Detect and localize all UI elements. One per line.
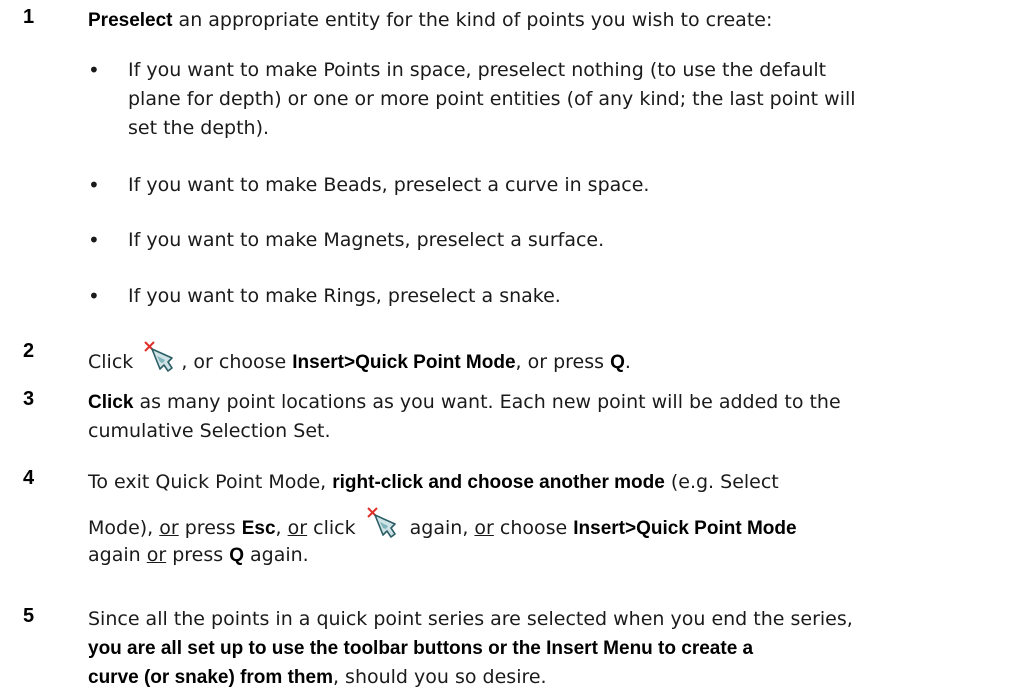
step-text: Click as many point locations as you wan… — [88, 391, 841, 442]
step-5: 5 Since all the points in a quick point … — [0, 605, 1018, 693]
step-3: 3 Click as many point locations as you w… — [0, 388, 1018, 448]
step-number: 4 — [23, 467, 35, 489]
quick-point-mode-icon[interactable] — [143, 340, 177, 374]
bullet-item: • If you want to make Beads, preselect a… — [88, 173, 650, 197]
bullet-item: • If you want to make Rings, preselect a… — [88, 284, 561, 308]
quick-point-mode-icon[interactable] — [366, 506, 400, 540]
step-number: 5 — [23, 605, 35, 627]
step-2: 2 Click , or choose Insert>Quick Point M… — [0, 336, 1018, 373]
bullet-item: • If you want to make Magnets, preselect… — [88, 228, 605, 252]
step-number: 1 — [23, 6, 35, 28]
bullet-item: • If you want to make Points in space, p… — [88, 58, 856, 139]
step-number: 3 — [23, 388, 35, 410]
step-text: Since all the points in a quick point se… — [88, 608, 853, 688]
step-4: 4 To exit Quick Point Mode, right-click … — [0, 467, 1018, 583]
step-text: To exit Quick Point Mode, right-click an… — [88, 471, 797, 566]
step-text: Click , or choose Insert>Quick Point Mod… — [88, 340, 986, 377]
step-number: 2 — [23, 340, 35, 362]
step-text: Preselect an appropriate entity for the … — [88, 9, 773, 31]
step-1: 1 Preselect an appropriate entity for th… — [0, 6, 1018, 36]
preselect-label: Preselect — [88, 10, 173, 31]
